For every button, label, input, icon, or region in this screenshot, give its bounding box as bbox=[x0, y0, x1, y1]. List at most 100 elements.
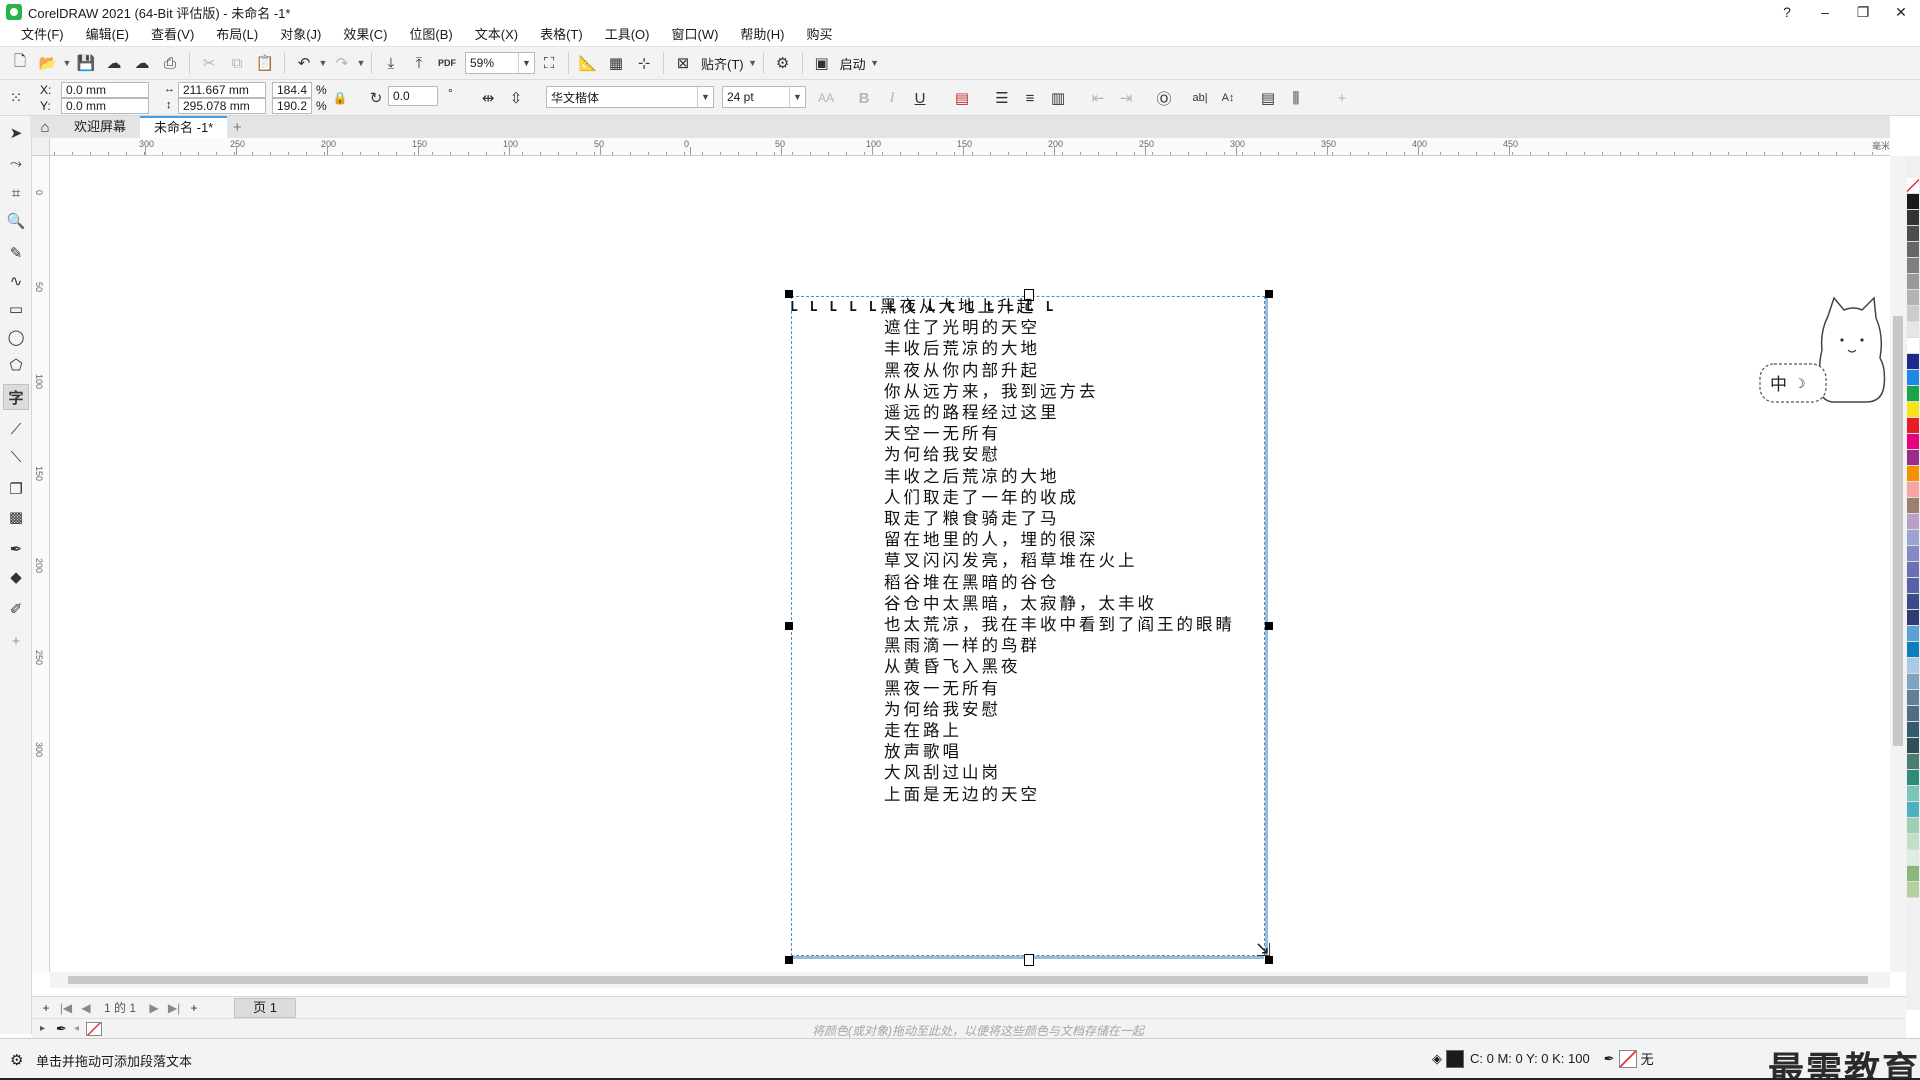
horizontal-scroll-thumb[interactable] bbox=[68, 976, 1868, 984]
outline-color-swatch[interactable] bbox=[1618, 1049, 1637, 1068]
help-button[interactable]: ? bbox=[1768, 0, 1806, 24]
home-icon[interactable]: ⌂ bbox=[30, 116, 60, 138]
page-tab[interactable]: 页 1 bbox=[234, 997, 297, 1018]
italic-button[interactable]: I bbox=[880, 85, 904, 111]
rotation-angle-field[interactable]: 0.0 bbox=[388, 86, 438, 106]
palette-color-swatch[interactable] bbox=[1907, 706, 1919, 722]
transparency-tool-icon[interactable]: ▩ bbox=[3, 504, 29, 530]
palette-color-swatch[interactable] bbox=[1907, 258, 1919, 274]
underline-button[interactable]: U bbox=[908, 85, 932, 111]
undo-dropdown-icon[interactable]: ▼ bbox=[318, 58, 328, 68]
snap-dropdown-icon[interactable]: ▼ bbox=[748, 58, 758, 68]
show-rulers-icon[interactable]: 📐 bbox=[574, 50, 602, 76]
palette-color-swatch[interactable] bbox=[1907, 338, 1919, 354]
show-guidelines-icon[interactable]: ⊹ bbox=[630, 50, 658, 76]
next-page-button[interactable]: ▶ bbox=[144, 1001, 164, 1015]
add-property-icon[interactable]: + bbox=[1330, 85, 1354, 111]
palette-color-swatch[interactable] bbox=[1907, 818, 1919, 834]
cloud-download-icon[interactable]: ☁ bbox=[100, 50, 128, 76]
x-position-field[interactable]: 0.0 mm bbox=[61, 82, 149, 98]
restore-button[interactable]: ❐ bbox=[1844, 0, 1882, 24]
menu-help[interactable]: 帮助(H) bbox=[729, 24, 795, 46]
drop-shadow-tool-icon[interactable]: ❐ bbox=[3, 476, 29, 502]
height-field[interactable]: 295.078 mm bbox=[178, 98, 266, 114]
close-button[interactable]: ✕ bbox=[1882, 0, 1920, 24]
add-page-before-button[interactable]: + bbox=[36, 1001, 56, 1015]
palette-color-swatch[interactable] bbox=[1907, 194, 1919, 210]
mirror-vertical-icon[interactable]: ⇳ bbox=[504, 85, 528, 111]
text-alignment-icon[interactable]: ▤ bbox=[950, 85, 974, 111]
font-size-combo[interactable]: 24 pt ▼ bbox=[722, 86, 806, 108]
interactive-fill-tool-icon[interactable]: ◆ bbox=[3, 564, 29, 590]
palette-color-swatch[interactable] bbox=[1907, 786, 1919, 802]
snap-to-menu[interactable]: 贴齐(T) bbox=[697, 54, 748, 73]
character-formatting-icon[interactable]: A↕ bbox=[1216, 85, 1240, 111]
decrease-indent-icon[interactable]: ⇤ bbox=[1086, 85, 1110, 111]
vertical-scroll-thumb[interactable] bbox=[1893, 316, 1903, 746]
print-icon[interactable]: ⎙ bbox=[156, 50, 184, 76]
redo-dropdown-icon[interactable]: ▼ bbox=[356, 58, 366, 68]
width-field[interactable]: 211.667 mm bbox=[178, 82, 266, 98]
horizontal-text-icon[interactable]: ab| bbox=[1188, 85, 1212, 111]
bezier-tool-icon[interactable]: ∿ bbox=[3, 268, 29, 294]
palette-expand-icon[interactable]: ▸ bbox=[40, 1023, 56, 1034]
drawing-canvas[interactable]: L L L L L L L L L L L L L L ⇲ 黑夜从大地上升起 遮住… bbox=[50, 156, 1890, 972]
freehand-tool-icon[interactable]: ✎ bbox=[3, 240, 29, 266]
tab-welcome-screen[interactable]: 欢迎屏幕 bbox=[60, 116, 140, 138]
opentype-features-icon[interactable]: Ⓞ bbox=[1152, 85, 1176, 111]
save-icon[interactable]: 💾 bbox=[72, 50, 100, 76]
palette-color-swatch[interactable] bbox=[1907, 642, 1919, 658]
palette-color-swatch[interactable] bbox=[1907, 578, 1919, 594]
palette-scroll-left-icon[interactable]: ◂ bbox=[74, 1023, 86, 1034]
palette-color-swatch[interactable] bbox=[1907, 226, 1919, 242]
text-properties-icon[interactable]: ▤ bbox=[1256, 85, 1280, 111]
bullet-list-icon[interactable]: ☰ bbox=[990, 85, 1014, 111]
palette-color-swatch[interactable] bbox=[1907, 370, 1919, 386]
undo-icon[interactable]: ↶ bbox=[290, 50, 318, 76]
selection-handle-middle-right[interactable] bbox=[1265, 622, 1273, 630]
menu-object[interactable]: 对象(J) bbox=[269, 24, 332, 46]
palette-color-swatch[interactable] bbox=[1907, 674, 1919, 690]
connector-tool-icon[interactable]: ⟍ bbox=[3, 444, 29, 470]
menu-layout[interactable]: 布局(L) bbox=[205, 24, 269, 46]
horizontal-scrollbar[interactable] bbox=[50, 972, 1890, 988]
palette-color-swatch[interactable] bbox=[1907, 322, 1919, 338]
palette-color-swatch[interactable] bbox=[1907, 690, 1919, 706]
palette-color-swatch[interactable] bbox=[1907, 466, 1919, 482]
object-origin-icon[interactable]: ⁙ bbox=[4, 85, 28, 111]
zoom-level-combo[interactable]: 59% ▼ bbox=[465, 52, 535, 74]
chevron-down-icon[interactable]: ▼ bbox=[789, 87, 805, 107]
palette-color-swatch[interactable] bbox=[1907, 242, 1919, 258]
paste-icon[interactable]: 📋 bbox=[251, 50, 279, 76]
palette-color-swatch[interactable] bbox=[1907, 498, 1919, 514]
open-dropdown-icon[interactable]: ▼ bbox=[62, 58, 72, 68]
copy-icon[interactable]: ⧉ bbox=[223, 50, 251, 76]
chevron-down-icon[interactable]: ▼ bbox=[697, 87, 713, 107]
paragraph-text-content[interactable]: 黑夜从大地上升起 遮住了光明的天空 丰收后荒凉的大地 黑夜从你内部升起 你从远方来，我到… bbox=[880, 296, 1235, 805]
launch-menu[interactable]: 启动 bbox=[836, 54, 870, 73]
chevron-down-icon[interactable]: ▼ bbox=[518, 53, 534, 73]
selection-handle-top-left[interactable] bbox=[785, 290, 793, 298]
selection-handle-bottom-left[interactable] bbox=[785, 956, 793, 964]
crop-tool-icon[interactable]: ⌗ bbox=[3, 180, 29, 206]
quick-customize-icon[interactable]: + bbox=[3, 628, 29, 654]
palette-color-swatch[interactable] bbox=[1907, 722, 1919, 738]
menu-file[interactable]: 文件(F) bbox=[10, 24, 75, 46]
palette-color-swatch[interactable] bbox=[1907, 850, 1919, 866]
font-caps-icon[interactable]: AA bbox=[814, 85, 838, 111]
palette-color-swatch[interactable] bbox=[1907, 610, 1919, 626]
palette-color-swatch[interactable] bbox=[1907, 354, 1919, 370]
palette-color-swatch[interactable] bbox=[1907, 450, 1919, 466]
selection-handle-bottom-middle[interactable] bbox=[1024, 954, 1034, 966]
snap-off-icon[interactable]: ⊠ bbox=[669, 50, 697, 76]
menu-view[interactable]: 查看(V) bbox=[140, 24, 205, 46]
redo-icon[interactable]: ↷ bbox=[328, 50, 356, 76]
palette-color-swatch[interactable] bbox=[1907, 546, 1919, 562]
palette-color-swatch[interactable] bbox=[1907, 594, 1919, 610]
no-color-swatch[interactable] bbox=[86, 1021, 102, 1036]
menu-table[interactable]: 表格(T) bbox=[529, 24, 594, 46]
menu-tools[interactable]: 工具(O) bbox=[594, 24, 661, 46]
palette-color-swatch[interactable] bbox=[1907, 530, 1919, 546]
menu-edit[interactable]: 编辑(E) bbox=[75, 24, 140, 46]
publish-pdf-icon[interactable]: PDF bbox=[433, 50, 461, 76]
